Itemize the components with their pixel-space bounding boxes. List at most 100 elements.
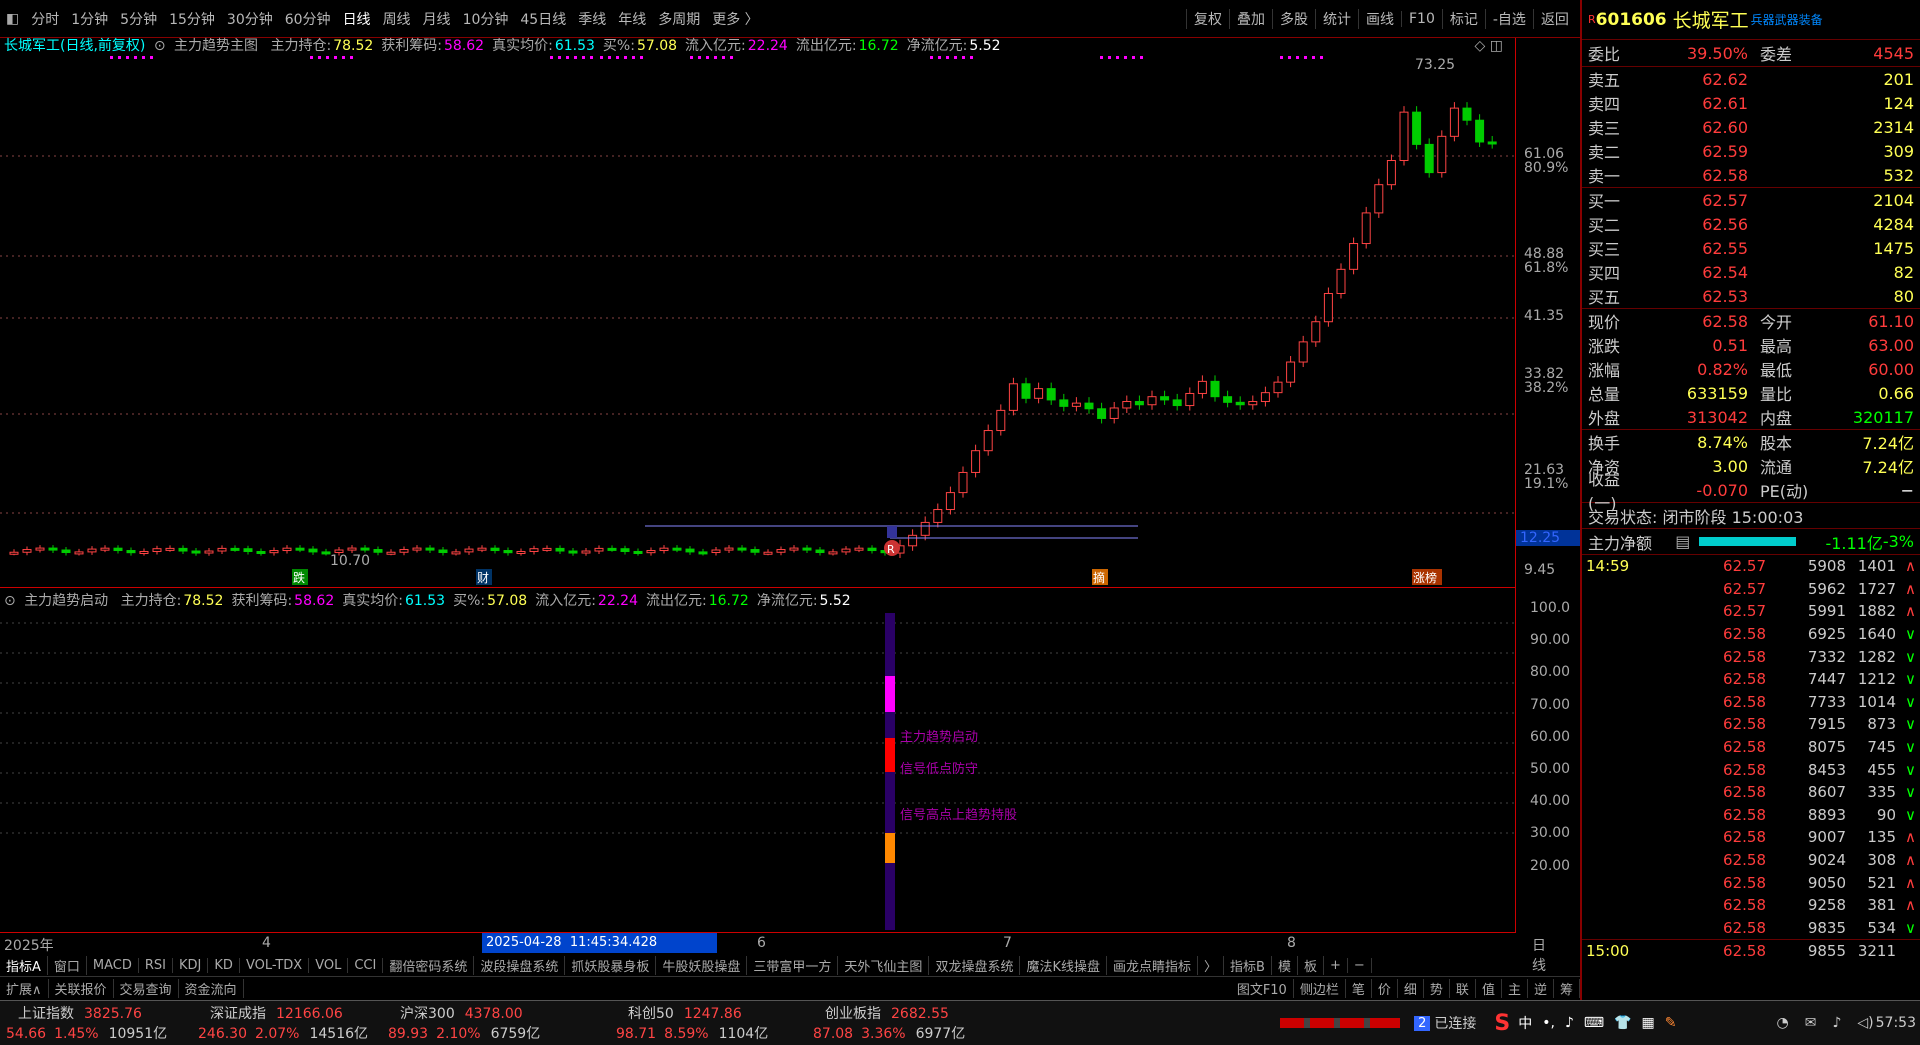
connection-status[interactable]: 已连接 [1434,1013,1476,1033]
grid-icon[interactable]: ▦ [1642,1015,1655,1031]
ext-tab-12[interactable]: 主 [1502,978,1528,998]
period-tab-8[interactable]: 月线 [423,9,451,29]
ext-tab-5[interactable]: 侧边栏 [1294,978,1346,998]
period-tab-7[interactable]: 周线 [383,9,411,29]
tick-list[interactable]: 14:59 62.57 5908 1401 ∧ 62.57 5962 1727 ∧ 62.57 59… [1582,554,1920,939]
ext-tab-13[interactable]: 逆 [1528,978,1554,998]
period-tab-1[interactable]: 1分钟 [71,9,108,29]
indicator-tab-8[interactable]: CCI [348,958,384,973]
candlestick-chart[interactable]: R 73.25 10.70 跌 财 摘 涨榜 [0,38,1515,588]
index-quote[interactable]: 科创50 1247.86 [628,1003,742,1023]
sell-row[interactable]: 卖二 62.59 309 [1582,139,1920,163]
indicator-tab-10[interactable]: 波段操盘系统 [474,956,566,975]
ext-tab-1[interactable]: 关联报价 [49,978,114,998]
indicator-tab-14[interactable]: 天外飞仙主图 [838,956,930,975]
sector-tag[interactable]: 兵器武器装备 [1751,11,1823,28]
indicator-tab-15[interactable]: 双龙操盘系统 [929,956,1021,975]
net-flow-table-icon[interactable]: ▤ [1675,532,1692,551]
indicator-tab-9[interactable]: 翻倍密码系统 [383,956,475,975]
ext-tab-4[interactable]: 图文F10 [1231,978,1294,998]
toolbar-button-0[interactable]: 复权 [1186,9,1229,29]
bell-icon[interactable]: ♪ [1832,1015,1841,1031]
ext-tab-7[interactable]: 价 [1372,978,1398,998]
chat-icon[interactable]: ✉ [1805,1015,1817,1031]
toolbar-button-8[interactable]: 返回 [1532,9,1576,29]
sell-row[interactable]: 卖五 62.62 201 [1582,67,1920,91]
indicator-tab-18[interactable]: 〉 [1198,956,1225,975]
indicator-tab-4[interactable]: KDJ [173,958,209,973]
indicator-tab-23[interactable]: − [1348,958,1372,973]
indicator-tab-12[interactable]: 牛股妖股操盘 [656,956,748,975]
ime-mode[interactable]: 中 [1518,1013,1532,1033]
main-chart[interactable]: R 73.25 10.70 跌 财 摘 涨榜 长城军工(日线,前复权) ⊙ 主力趋势主图 主… [0,38,1515,588]
period-tab-10[interactable]: 45日线 [520,9,566,29]
period-tab-11[interactable]: 季线 [578,9,606,29]
keyboard-icon[interactable]: ⌨ [1584,1015,1604,1031]
toolbar-button-3[interactable]: 统计 [1315,9,1358,29]
buy-row[interactable]: 买一 62.57 2104 [1582,188,1920,212]
punctuation-icon[interactable]: •, [1542,1015,1555,1031]
sell-row[interactable]: 卖四 62.61 124 [1582,91,1920,115]
indicator-tab-5[interactable]: KD [208,958,240,973]
volume-icon[interactable]: ◁) [1857,1015,1873,1031]
indicator-tab-0[interactable]: 指标A [0,956,48,975]
sub-chart[interactable]: ⊙ 主力趋势启动 主力持仓: 78.52 获利筹码: 58.62 真实均价: 61.53 买… [0,588,1515,933]
ext-tab-14[interactable]: 筹 [1554,978,1580,998]
indicator-tab-16[interactable]: 魔法K线操盘 [1020,956,1107,975]
period-tab-14[interactable]: 更多 〉 [712,9,758,29]
toolbar-button-5[interactable]: F10 [1401,11,1442,27]
buy-row[interactable]: 买五 62.53 80 [1582,284,1920,308]
ext-tab-8[interactable]: 细 [1398,978,1424,998]
ext-tab-2[interactable]: 交易查询 [114,978,179,998]
indicator-tab-11[interactable]: 抓妖股暴身板 [565,956,657,975]
period-tab-3[interactable]: 15分钟 [169,9,215,29]
buy-row[interactable]: 买三 62.55 1475 [1582,236,1920,260]
toolbar-button-4[interactable]: 画线 [1358,9,1401,29]
indicator-tab-20[interactable]: 模 [1272,956,1298,975]
sogou-ime-icon[interactable]: S [1494,1011,1510,1036]
ext-tab-6[interactable]: 笔 [1346,978,1372,998]
period-tab-2[interactable]: 5分钟 [120,9,157,29]
toolbar-button-6[interactable]: 标记 [1441,9,1485,29]
sell-row[interactable]: 卖三 62.60 2314 [1582,115,1920,139]
indicator-settings-icon[interactable]: ⊙ [154,38,166,54]
toolbox-icon[interactable]: ✎ [1665,1015,1677,1031]
indicator-tab-17[interactable]: 画龙点睛指标 [1107,956,1198,975]
indicator-tab-13[interactable]: 三带富甲一方 [747,956,839,975]
indicator-tab-1[interactable]: 窗口 [48,956,87,975]
indicator-tab-3[interactable]: RSI [139,958,174,973]
buy-row[interactable]: 买二 62.56 4284 [1582,212,1920,236]
toolbar-button-7[interactable]: -自选 [1484,9,1533,29]
index-quote[interactable]: 沪深300 4378.00 [400,1003,523,1023]
indicator-tab-7[interactable]: VOL [309,958,349,973]
window-icon[interactable]: ◧ [6,11,19,27]
ext-tab-9[interactable]: 势 [1424,978,1450,998]
ext-tab-3[interactable]: 资金流向 [179,978,244,998]
sell-row[interactable]: 卖一 62.58 532 [1582,163,1920,187]
wifi-icon[interactable]: ◔ [1777,1015,1789,1031]
skin-icon[interactable]: 👕 [1614,1015,1631,1031]
ext-tab-0[interactable]: 扩展∧ [0,978,49,998]
layout-toggle-icon[interactable]: ◇ ◫ [1475,38,1503,54]
period-tab-12[interactable]: 年线 [618,9,646,29]
toolbar-button-2[interactable]: 多股 [1272,9,1315,29]
period-tab-6[interactable]: 日线 [343,9,371,29]
index-quote[interactable]: 上证指数 3825.76 [18,1003,142,1023]
sub-settings-icon[interactable]: ⊙ [4,593,16,609]
indicator-tab-22[interactable]: + [1324,958,1348,973]
buy-row[interactable]: 买四 62.54 82 [1582,260,1920,284]
index-quote[interactable]: 深证成指 12166.06 [210,1003,343,1023]
period-tab-4[interactable]: 30分钟 [227,9,273,29]
period-tab-0[interactable]: 分时 [31,9,59,29]
period-tab-13[interactable]: 多周期 [658,9,700,29]
indicator-tab-19[interactable]: 指标B [1224,956,1272,975]
period-tab-9[interactable]: 10分钟 [463,9,509,29]
signal-chart[interactable] [0,588,1515,933]
clock[interactable]: 57:53 [1876,1015,1916,1031]
indicator-tab-2[interactable]: MACD [87,958,139,973]
connection-badge[interactable]: 2 [1414,1015,1431,1031]
indicator-tab-6[interactable]: VOL-TDX [240,958,310,973]
index-quote[interactable]: 创业板指 2682.55 [825,1003,949,1023]
period-tab-5[interactable]: 60分钟 [285,9,331,29]
ext-tab-11[interactable]: 值 [1476,978,1502,998]
